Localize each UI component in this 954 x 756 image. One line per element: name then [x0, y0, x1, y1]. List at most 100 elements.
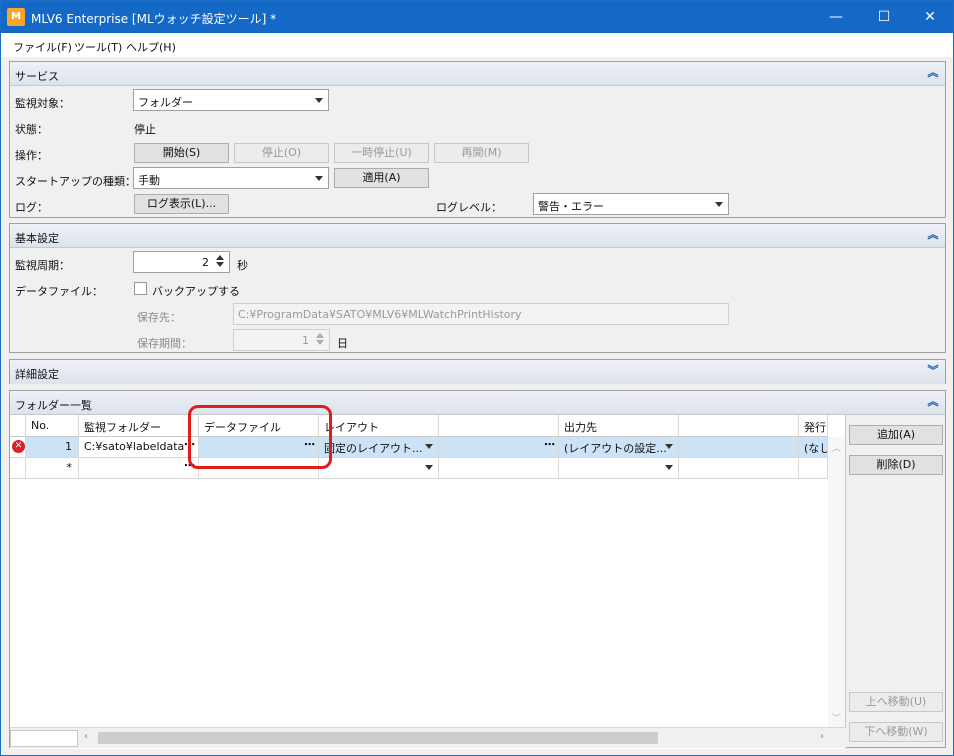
move-up-button[interactable]: 上へ移動(U) — [849, 692, 943, 712]
collapse-chevron-icon[interactable]: ︽ — [926, 228, 940, 242]
cell-folder[interactable]: C:¥sato¥labeldata ⋯ — [79, 437, 199, 457]
row-header: ✕ — [10, 437, 26, 457]
grid-footer: ‹ › — [10, 727, 846, 748]
service-panel: サービス ︽ 監視対象： フォルダー 状態： 停止 操作： 開始(S) 停止(O… — [9, 61, 946, 218]
cell-no[interactable]: * — [26, 458, 79, 478]
chevron-down-icon[interactable] — [424, 439, 434, 449]
period-label: 保存期間： — [137, 337, 192, 350]
chevron-down-icon — [313, 93, 325, 107]
period-spinner[interactable]: 1 — [233, 329, 330, 351]
cell-layout-detail[interactable] — [439, 458, 559, 478]
detail-settings-header[interactable]: 詳細設定 ︾ — [10, 360, 945, 384]
cell-issue[interactable] — [799, 458, 828, 478]
chevron-down-icon[interactable] — [424, 460, 434, 470]
basic-settings-title: 基本設定 — [15, 232, 59, 245]
column-header-no[interactable]: No. — [26, 415, 79, 437]
scroll-thumb[interactable] — [98, 732, 658, 744]
period-unit: 日 — [337, 337, 348, 350]
cell-issue[interactable]: (なし — [799, 437, 828, 457]
folder-list-title: フォルダー一覧 — [15, 399, 92, 412]
cell-no[interactable]: 1 — [26, 437, 79, 457]
delete-button[interactable]: 削除(D) — [849, 455, 943, 475]
cell-folder[interactable]: ⋯ — [79, 458, 199, 478]
expand-chevron-icon[interactable]: ︾ — [926, 364, 940, 378]
dest-label: 保存先： — [137, 311, 181, 324]
scroll-right-icon[interactable]: › — [820, 731, 824, 742]
maximize-button[interactable]: ☐ — [861, 1, 907, 33]
menu-file[interactable]: ファイル(F) — [13, 39, 72, 55]
footer-cell — [10, 730, 78, 747]
interval-unit: 秒 — [237, 259, 248, 272]
horizontal-scrollbar[interactable]: ‹ › — [80, 730, 828, 747]
cell-output[interactable] — [559, 458, 679, 478]
status-label: 状態： — [15, 123, 48, 136]
window-title: MLV6 Enterprise [MLウォッチ設定ツール] * — [31, 12, 277, 26]
header-row-selector — [10, 415, 26, 437]
stop-button[interactable]: 停止(O) — [234, 143, 329, 163]
table-row[interactable]: ✕ 1 C:¥sato¥labeldata ⋯ ⋯ 固定のレイアウト... ⋯ … — [10, 437, 828, 458]
cell-layout-detail[interactable]: ⋯ — [439, 437, 559, 457]
app-window: M MLV6 Enterprise [MLウォッチ設定ツール] * — ☐ ✕ … — [0, 0, 954, 756]
interval-value: 2 — [202, 256, 209, 269]
collapse-chevron-icon[interactable]: ︽ — [926, 395, 940, 409]
scroll-left-icon[interactable]: ‹ — [84, 731, 88, 742]
chevron-down-icon[interactable] — [664, 460, 674, 470]
period-value: 1 — [302, 334, 309, 347]
cell-layout[interactable]: 固定のレイアウト... — [319, 437, 439, 457]
start-button[interactable]: 開始(S) — [134, 143, 229, 163]
menu-tools[interactable]: ツール(T) — [74, 39, 122, 55]
column-header-layout-detail[interactable] — [439, 415, 559, 437]
interval-spinner[interactable]: 2 — [133, 251, 230, 273]
column-header-output[interactable]: 出力先 — [559, 415, 679, 437]
startup-type-value: 手動 — [138, 174, 160, 187]
cell-output-detail[interactable] — [679, 437, 799, 457]
cell-output-detail[interactable] — [679, 458, 799, 478]
service-panel-header[interactable]: サービス ︽ — [10, 62, 945, 86]
status-value: 停止 — [134, 123, 156, 136]
vertical-scrollbar[interactable]: ︿ ﹀ — [828, 437, 845, 727]
folder-grid: No. 監視フォルダー データファイル レイアウト 出力先 発行 ✕ 1 C:¥… — [10, 415, 846, 749]
basic-settings-header[interactable]: 基本設定 ︽ — [10, 224, 945, 248]
dest-field[interactable]: C:¥ProgramData¥SATO¥MLV6¥MLWatchPrintHis… — [233, 303, 729, 325]
column-header-folder[interactable]: 監視フォルダー — [79, 415, 199, 437]
scroll-down-icon[interactable]: ﹀ — [832, 711, 841, 724]
detail-settings-panel: 詳細設定 ︾ — [9, 359, 946, 384]
minimize-button[interactable]: — — [813, 1, 859, 33]
table-row-new[interactable]: * ⋯ — [10, 458, 828, 479]
folder-list-header[interactable]: フォルダー一覧 ︽ — [10, 391, 945, 415]
datafile-label: データファイル： — [15, 285, 103, 298]
scroll-up-icon[interactable]: ︿ — [832, 441, 841, 454]
row-header — [10, 458, 26, 478]
spinner-arrows-icon[interactable] — [313, 331, 327, 349]
error-icon: ✕ — [12, 440, 25, 453]
column-header-layout[interactable]: レイアウト — [319, 415, 439, 437]
collapse-chevron-icon[interactable]: ︽ — [926, 66, 940, 80]
folder-list-panel: フォルダー一覧 ︽ No. 監視フォルダー データファイル レイアウト 出力先 … — [9, 390, 946, 749]
title-bar[interactable]: M MLV6 Enterprise [MLウォッチ設定ツール] * — ☐ ✕ — [1, 1, 953, 33]
monitor-target-label: 監視対象： — [15, 97, 70, 110]
log-level-select[interactable]: 警告・エラー — [533, 193, 729, 215]
annotation-highlight — [188, 405, 332, 469]
chevron-down-icon[interactable] — [664, 439, 674, 449]
add-button[interactable]: 追加(A) — [849, 425, 943, 445]
spinner-arrows-icon[interactable] — [213, 253, 227, 271]
browse-ellipsis-icon[interactable]: ⋯ — [544, 438, 555, 451]
monitor-target-select[interactable]: フォルダー — [133, 89, 329, 111]
resume-button[interactable]: 再開(M) — [434, 143, 529, 163]
cell-layout[interactable] — [319, 458, 439, 478]
menu-help[interactable]: ヘルプ(H) — [126, 39, 176, 55]
column-header-output-detail[interactable] — [679, 415, 799, 437]
backup-label: バックアップする — [152, 285, 240, 298]
close-button[interactable]: ✕ — [907, 1, 953, 33]
menu-bar: ファイル(F) ツール(T) ヘルプ(H) — [1, 33, 953, 57]
log-view-button[interactable]: ログ表示(L)... — [134, 194, 229, 214]
move-down-button[interactable]: 下へ移動(W) — [849, 722, 943, 742]
cell-output[interactable]: (レイアウトの設定... — [559, 437, 679, 457]
backup-checkbox[interactable] — [134, 282, 147, 295]
monitor-target-value: フォルダー — [138, 96, 193, 109]
apply-button[interactable]: 適用(A) — [334, 168, 429, 188]
column-header-issue[interactable]: 発行 — [799, 415, 828, 437]
pause-button[interactable]: 一時停止(U) — [334, 143, 429, 163]
grid-header: No. 監視フォルダー データファイル レイアウト 出力先 発行 — [10, 415, 828, 437]
startup-type-select[interactable]: 手動 — [133, 167, 329, 189]
